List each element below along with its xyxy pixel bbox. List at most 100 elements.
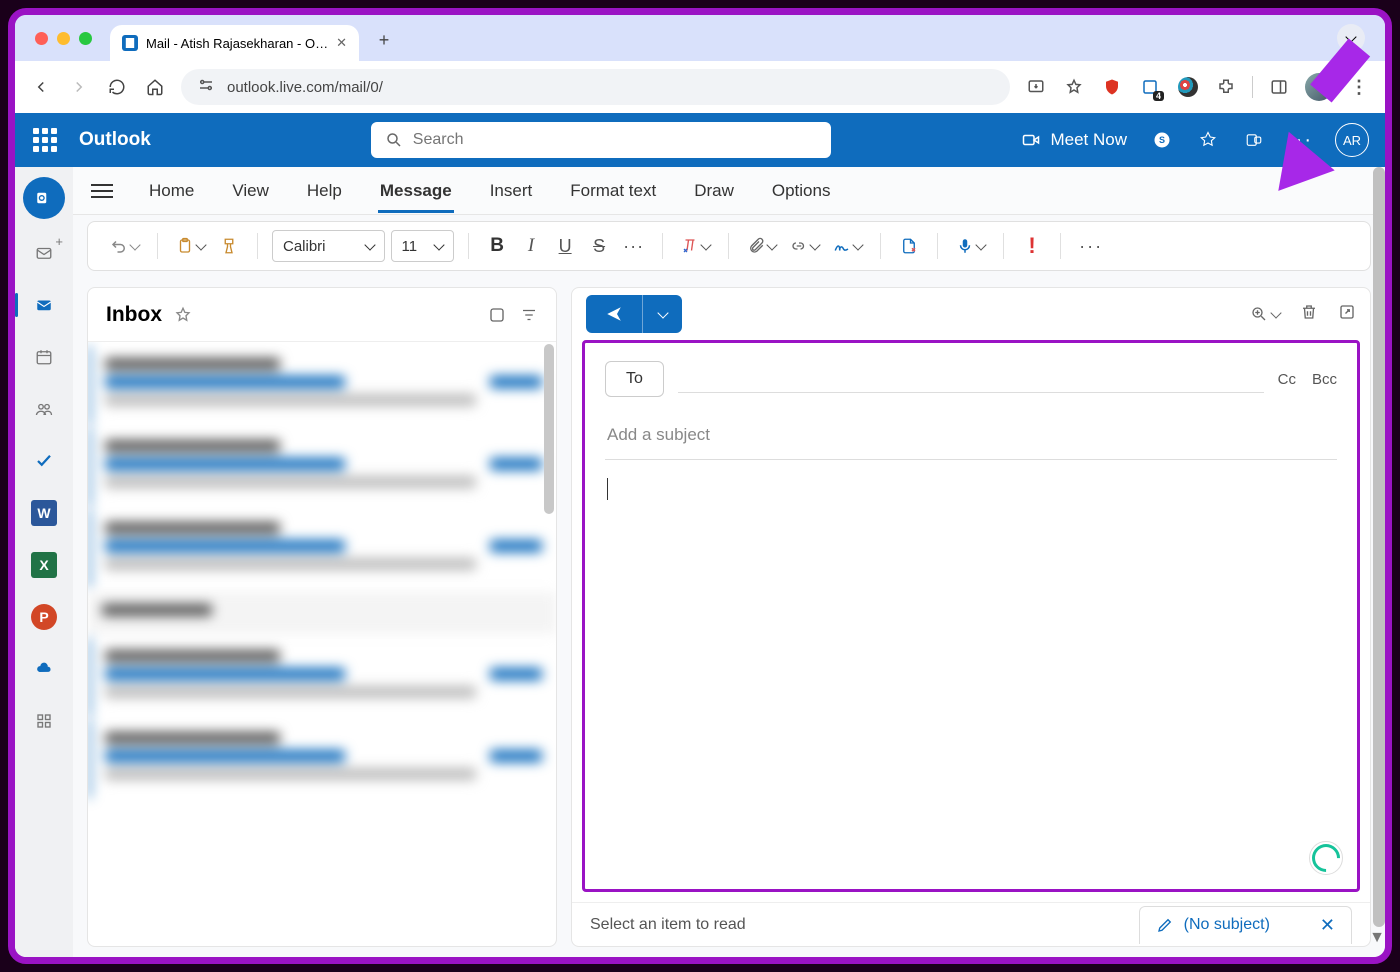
list-item[interactable]	[88, 428, 556, 506]
dictate-button[interactable]	[952, 229, 989, 263]
site-settings-icon[interactable]	[197, 76, 215, 98]
to-button[interactable]: To	[605, 361, 664, 397]
app-launcher-icon[interactable]	[31, 126, 59, 154]
send-dropdown[interactable]	[642, 295, 682, 333]
filter-icon[interactable]	[520, 306, 538, 324]
list-item[interactable]	[88, 720, 556, 798]
calendar-rail-icon[interactable]	[26, 339, 62, 375]
people-rail-icon[interactable]	[26, 391, 62, 427]
more-formatting-button[interactable]: ···	[619, 229, 648, 263]
cc-button[interactable]: Cc	[1278, 371, 1296, 388]
tab-insert[interactable]: Insert	[488, 171, 535, 211]
ribbon-tabs: Home View Help Message Insert Format tex…	[73, 167, 1385, 215]
page-scrollbar[interactable]	[1373, 167, 1387, 927]
search-icon	[385, 131, 403, 149]
tab-draw[interactable]: Draw	[692, 171, 736, 211]
close-window[interactable]	[35, 32, 48, 45]
maximize-window[interactable]	[79, 32, 92, 45]
forward-button[interactable]	[67, 75, 91, 99]
list-item[interactable]	[88, 638, 556, 716]
strikethrough-button[interactable]: S	[585, 229, 613, 263]
message-body[interactable]	[605, 460, 1337, 871]
meet-now-button[interactable]: Meet Now	[1022, 130, 1127, 150]
clear-formatting-button[interactable]	[677, 229, 714, 263]
extension-icon[interactable]	[1176, 75, 1200, 99]
onedrive-rail-icon[interactable]	[26, 651, 62, 687]
new-mail-icon[interactable]: +	[26, 235, 62, 271]
close-tab-icon[interactable]: ✕	[336, 35, 347, 51]
minimize-window[interactable]	[57, 32, 70, 45]
todo-rail-icon[interactable]	[26, 443, 62, 479]
tab-help[interactable]: Help	[305, 171, 344, 211]
tab-options[interactable]: Options	[770, 171, 833, 211]
format-painter-button[interactable]	[215, 229, 243, 263]
select-all-icon[interactable]	[488, 306, 506, 324]
draft-tab[interactable]: (No subject) ✕	[1139, 906, 1352, 944]
italic-button[interactable]: I	[517, 229, 545, 263]
brand-name[interactable]: Outlook	[79, 129, 151, 151]
scroll-down-icon[interactable]: ▼	[1369, 929, 1385, 947]
browser-address-bar: outlook.live.com/mail/0/ 4 ⋮	[15, 61, 1385, 113]
attach-button[interactable]	[743, 229, 780, 263]
link-button[interactable]	[786, 229, 823, 263]
subject-input[interactable]: Add a subject	[605, 411, 1337, 460]
word-rail-icon[interactable]: W	[26, 495, 62, 531]
font-size-select[interactable]: 11	[391, 230, 455, 262]
underline-button[interactable]: U	[551, 229, 579, 263]
font-family-select[interactable]: Calibri	[272, 230, 385, 262]
list-item[interactable]	[88, 510, 556, 588]
search-box[interactable]	[371, 122, 831, 158]
sensitivity-button[interactable]	[895, 229, 923, 263]
zoom-button[interactable]	[1250, 303, 1280, 326]
hamburger-icon[interactable]	[91, 184, 113, 198]
tab-view[interactable]: View	[230, 171, 271, 211]
ublock-icon[interactable]	[1100, 75, 1124, 99]
tab-home[interactable]: Home	[147, 171, 196, 211]
tab-message[interactable]: Message	[378, 171, 454, 211]
sidepanel-icon[interactable]	[1267, 75, 1291, 99]
browser-tab-strip: Mail - Atish Rajasekharan - O… ✕ +	[15, 15, 1385, 61]
grammarly-icon[interactable]	[1309, 841, 1343, 875]
bold-button[interactable]: B	[483, 229, 511, 263]
mail-rail-icon[interactable]	[26, 287, 62, 323]
reload-button[interactable]	[105, 75, 129, 99]
extension-badge-icon[interactable]: 4	[1138, 75, 1162, 99]
url-field[interactable]: outlook.live.com/mail/0/	[181, 69, 1010, 105]
to-input[interactable]	[678, 365, 1264, 393]
browser-tab[interactable]: Mail - Atish Rajasekharan - O… ✕	[110, 25, 359, 61]
outlook-favicon	[122, 35, 138, 51]
list-item[interactable]	[88, 346, 556, 424]
teams-icon[interactable]	[1243, 129, 1265, 151]
skype-icon[interactable]: S	[1151, 129, 1173, 151]
send-button[interactable]	[586, 295, 642, 333]
importance-button[interactable]: !	[1018, 229, 1046, 263]
ribbon-overflow-button[interactable]: ···	[1075, 229, 1107, 263]
premium-icon[interactable]	[1197, 129, 1219, 151]
powerpoint-rail-icon[interactable]: P	[26, 599, 62, 635]
excel-rail-icon[interactable]: X	[26, 547, 62, 583]
bookmark-icon[interactable]	[1062, 75, 1086, 99]
tab-format-text[interactable]: Format text	[568, 171, 658, 211]
popout-button[interactable]	[1338, 303, 1356, 326]
paste-button[interactable]	[172, 229, 209, 263]
back-button[interactable]	[29, 75, 53, 99]
signature-button[interactable]	[829, 229, 866, 263]
close-draft-icon[interactable]: ✕	[1320, 915, 1335, 936]
bcc-button[interactable]: Bcc	[1312, 371, 1337, 388]
more-apps-rail-icon[interactable]	[26, 703, 62, 739]
list-item[interactable]	[88, 592, 556, 634]
new-tab-button[interactable]: +	[369, 26, 399, 56]
discard-button[interactable]	[1300, 303, 1318, 326]
install-pwa-icon[interactable]	[1024, 75, 1048, 99]
send-split-button[interactable]	[586, 295, 682, 333]
svg-text:S: S	[1159, 135, 1165, 145]
undo-button[interactable]	[106, 229, 143, 263]
search-input[interactable]	[413, 131, 817, 149]
scrollbar-thumb[interactable]	[544, 344, 554, 514]
extensions-puzzle-icon[interactable]	[1214, 75, 1238, 99]
home-button[interactable]	[143, 75, 167, 99]
pencil-icon	[1156, 916, 1174, 934]
favorite-star-icon[interactable]	[174, 306, 192, 324]
outlook-rail-icon[interactable]	[23, 177, 65, 219]
account-avatar[interactable]: AR	[1335, 123, 1369, 157]
